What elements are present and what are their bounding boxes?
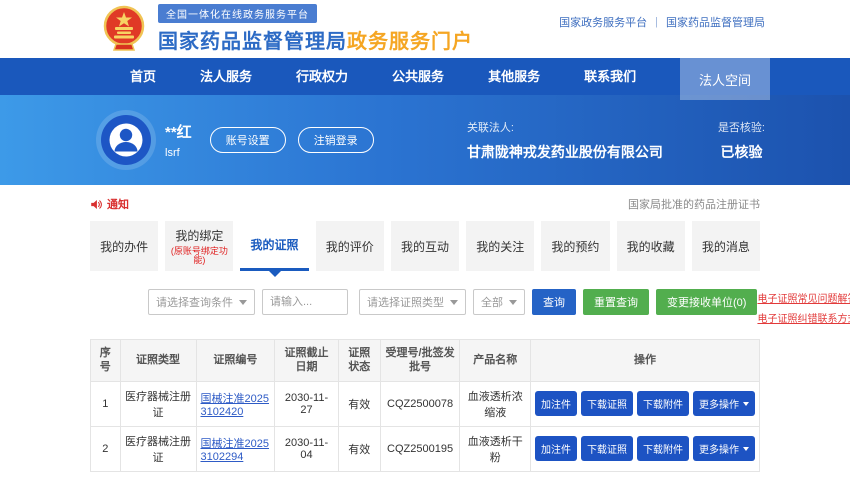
col-actions: 操作 <box>531 340 760 382</box>
more-actions-button[interactable]: 更多操作 <box>693 436 755 461</box>
col-accept-no: 受理号/批签发批号 <box>380 340 460 382</box>
national-emblem-logo <box>100 4 148 54</box>
tab-my-cases[interactable]: 我的办件 <box>90 221 158 271</box>
tab-my-binding-sublabel: (原账号绑定功能) <box>165 247 233 265</box>
download-license-button[interactable]: 下载证照 <box>581 436 633 461</box>
license-number-link[interactable]: 国械注准20253102420 <box>201 390 271 418</box>
account-settings-button[interactable]: 账号设置 <box>210 127 286 153</box>
gov-platform-link[interactable]: 国家政务服务平台 <box>559 14 647 30</box>
col-expiry-date: 证照截止日期 <box>275 340 339 382</box>
nav-item-home[interactable]: 首页 <box>108 58 178 95</box>
cell-status: 有效 <box>338 426 380 471</box>
notice-label: 通知 <box>107 196 129 212</box>
chevron-down-icon <box>509 300 517 305</box>
download-attachment-button[interactable]: 下载附件 <box>637 436 689 461</box>
col-license-type: 证照类型 <box>120 340 196 382</box>
nav-item-legal-services[interactable]: 法人服务 <box>178 58 274 95</box>
cell-accept-no: CQZ2500195 <box>380 426 460 471</box>
chevron-down-icon <box>743 447 749 451</box>
tab-my-follows[interactable]: 我的关注 <box>466 221 534 271</box>
nav-item-other-services[interactable]: 其他服务 <box>466 58 562 95</box>
cell-status: 有效 <box>338 381 380 426</box>
license-type-select[interactable]: 请选择证照类型 <box>359 289 466 315</box>
user-login: lsrf <box>165 147 192 159</box>
tab-my-messages[interactable]: 我的消息 <box>692 221 760 271</box>
user-band: **红 lsrf 账号设置 注销登录 关联法人: 甘肃陇神戎发药业股份有限公司 … <box>0 95 850 185</box>
related-legal-block: 关联法人: 甘肃陇神戎发药业股份有限公司 <box>467 119 663 162</box>
site-title: 国家药品监督管理局政务服务门户 <box>158 25 473 54</box>
tab-my-licenses[interactable]: 我的证照 <box>240 221 308 271</box>
annotate-button[interactable]: 加注件 <box>535 436 577 461</box>
verify-block: 是否核验: 已核验 <box>718 119 765 162</box>
nav-item-admin-power[interactable]: 行政权力 <box>274 58 370 95</box>
query-condition-select[interactable]: 请选择查询条件 <box>148 289 255 315</box>
nav-item-public-services[interactable]: 公共服务 <box>370 58 466 95</box>
license-number-link[interactable]: 国械注准20253102294 <box>201 435 271 463</box>
license-faq-link[interactable]: 电子证照常见问题解答 <box>757 290 850 305</box>
top-links: 国家政务服务平台 | 国家药品监督管理局 <box>559 14 765 30</box>
cell-index: 2 <box>91 426 121 471</box>
change-receiver-button[interactable]: 变更接收单位(0) <box>656 289 757 315</box>
avatar <box>101 115 151 165</box>
tab-my-favorites[interactable]: 我的收藏 <box>617 221 685 271</box>
col-product-name: 产品名称 <box>460 340 531 382</box>
annotate-button[interactable]: 加注件 <box>535 391 577 416</box>
col-status: 证照状态 <box>338 340 380 382</box>
chevron-down-icon <box>450 300 458 305</box>
download-license-button[interactable]: 下载证照 <box>581 391 633 416</box>
table-header-row: 序号 证照类型 证照编号 证照截止日期 证照状态 受理号/批签发批号 产品名称 … <box>91 340 760 382</box>
col-license-number: 证照编号 <box>196 340 275 382</box>
cell-product-name: 血液透析干粉 <box>460 426 531 471</box>
scope-select[interactable]: 全部 <box>473 289 525 315</box>
download-attachment-button[interactable]: 下载附件 <box>637 391 689 416</box>
notice-message[interactable]: 国家局批准的药品注册证书 <box>628 196 760 212</box>
tab-my-appointments[interactable]: 我的预约 <box>541 221 609 271</box>
more-actions-button[interactable]: 更多操作 <box>693 391 755 416</box>
cell-expiry-date: 2030-11-04 <box>275 426 339 471</box>
verify-label: 是否核验: <box>718 119 765 135</box>
verify-status-badge: 已核验 <box>718 142 765 162</box>
main-content: 通知 国家局批准的药品注册证书 我的办件 我的绑定(原账号绑定功能) 我的证照 … <box>90 195 760 472</box>
cell-accept-no: CQZ2500078 <box>380 381 460 426</box>
tab-my-interactions[interactable]: 我的互动 <box>391 221 459 271</box>
site-title-accent: 政务服务门户 <box>347 31 473 53</box>
license-table: 序号 证照类型 证照编号 证照截止日期 证照状态 受理号/批签发批号 产品名称 … <box>90 339 760 472</box>
speaker-icon <box>90 198 103 211</box>
logout-button[interactable]: 注销登录 <box>298 127 374 153</box>
license-contact-link[interactable]: 电子证照纠错联系方式 <box>757 310 850 325</box>
nmpa-link[interactable]: 国家药品监督管理局 <box>666 14 765 30</box>
site-title-block: 全国一体化在线政务服务平台 国家药品监督管理局政务服务门户 <box>158 4 473 54</box>
user-id-block: **红 lsrf <box>165 121 192 159</box>
legal-space-tab[interactable]: 法人空间 <box>680 58 770 100</box>
cell-product-name: 血液透析浓缩液 <box>460 381 531 426</box>
user-icon <box>101 115 151 165</box>
chevron-down-icon <box>743 402 749 406</box>
notice-bar: 通知 国家局批准的药品注册证书 <box>90 195 760 213</box>
related-legal-label: 关联法人: <box>467 119 663 135</box>
cell-index: 1 <box>91 381 121 426</box>
query-button[interactable]: 查询 <box>532 289 576 315</box>
cell-license-type: 医疗器械注册证 <box>120 426 196 471</box>
keyword-input[interactable] <box>262 289 348 315</box>
top-header: 全国一体化在线政务服务平台 国家药品监督管理局政务服务门户 国家政务服务平台 |… <box>0 0 850 58</box>
platform-badge: 全国一体化在线政务服务平台 <box>158 4 317 23</box>
table-row: 2 医疗器械注册证 国械注准20253102294 2030-11-04 有效 … <box>91 426 760 471</box>
main-nav: 首页 法人服务 行政权力 公共服务 其他服务 联系我们 法人空间 <box>0 58 850 95</box>
reset-button[interactable]: 重置查询 <box>583 289 649 315</box>
user-name: **红 <box>165 121 192 142</box>
site-title-main: 国家药品监督管理局 <box>158 31 347 53</box>
tab-my-reviews[interactable]: 我的评价 <box>316 221 384 271</box>
chevron-down-icon <box>239 300 247 305</box>
filter-row: 请选择查询条件 请选择证照类型 全部 查询 重置查询 变更接收单位(0) 电子证… <box>90 289 760 325</box>
tabs: 我的办件 我的绑定(原账号绑定功能) 我的证照 我的评价 我的互动 我的关注 我… <box>90 221 760 271</box>
tab-my-binding[interactable]: 我的绑定(原账号绑定功能) <box>165 221 233 271</box>
cell-expiry-date: 2030-11-27 <box>275 381 339 426</box>
col-index: 序号 <box>91 340 121 382</box>
related-legal-value: 甘肃陇神戎发药业股份有限公司 <box>467 142 663 162</box>
table-row: 1 医疗器械注册证 国械注准20253102420 2030-11-27 有效 … <box>91 381 760 426</box>
nav-item-contact[interactable]: 联系我们 <box>562 58 658 95</box>
cell-license-type: 医疗器械注册证 <box>120 381 196 426</box>
link-divider: | <box>655 16 658 28</box>
